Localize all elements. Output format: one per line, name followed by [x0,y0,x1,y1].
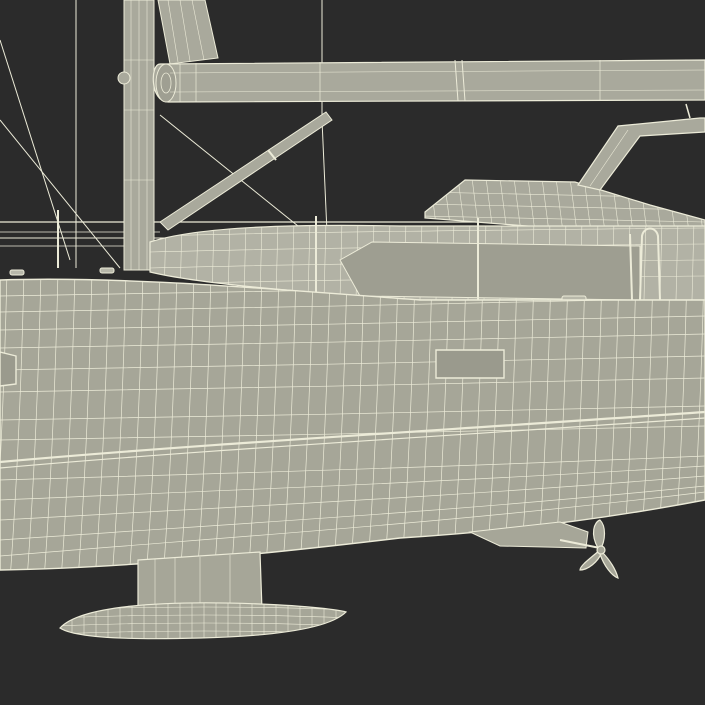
cleat-icon [9,269,25,276]
shroud-line [0,39,71,261]
boom [152,59,705,103]
hull-port-window [435,349,505,379]
mast-winch-icon [117,71,131,85]
radar-arch [577,103,705,191]
viewport [0,0,705,705]
hull-port-window [0,351,17,387]
mast [117,0,155,271]
sailboat-wireframe-render [0,0,705,640]
propeller-icon [579,519,619,579]
cabin-window [339,241,641,301]
mainsail-furl [157,0,219,65]
boom-vang [159,111,333,231]
keel-bulb [59,602,348,640]
cleat-icon [99,267,115,274]
